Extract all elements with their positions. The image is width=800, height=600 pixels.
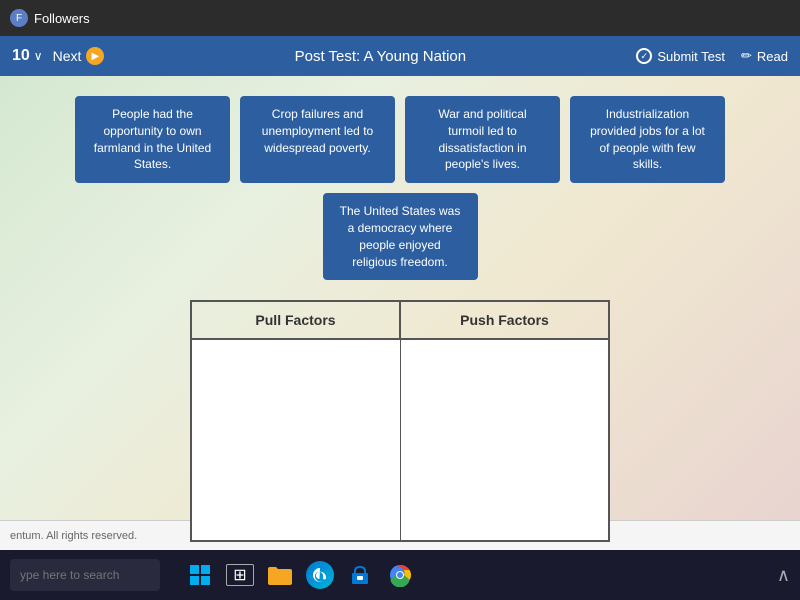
pencil-icon: ✏ <box>741 48 752 64</box>
submit-label: Submit Test <box>657 49 725 64</box>
taskbar-icon-box[interactable]: ⊞ <box>226 561 254 589</box>
drop-table-container: Pull Factors Push Factors <box>30 300 770 542</box>
taskbar-icon-edge[interactable] <box>306 561 334 589</box>
taskbar-icon-windows[interactable] <box>186 561 214 589</box>
taskbar-search-input[interactable] <box>10 559 160 591</box>
card-5[interactable]: The United States was a democracy where … <box>323 193 478 280</box>
question-number: 10 <box>12 47 30 65</box>
taskbar: ⊞ <box>0 550 800 600</box>
card-3-text: War and political turmoil led to dissati… <box>438 107 526 171</box>
cards-area: People had the opportunity to own farmla… <box>30 96 770 280</box>
chevron-down-icon: ∨ <box>34 49 43 63</box>
taskbar-chevron-up-icon: ∧ <box>777 565 790 585</box>
followers-icon: F <box>10 9 28 27</box>
card-5-text: The United States was a democracy where … <box>340 204 461 268</box>
submit-test-button[interactable]: ✓ Submit Test <box>636 48 725 64</box>
right-actions: ✓ Submit Test ✏ Read <box>636 48 788 64</box>
card-2-text: Crop failures and unemployment led to wi… <box>262 107 373 155</box>
pull-factors-header: Pull Factors <box>192 302 400 340</box>
next-circle-icon: ▶ <box>86 47 104 65</box>
next-label: Next <box>53 48 82 64</box>
table-header: Pull Factors Push Factors <box>192 302 608 340</box>
card-2[interactable]: Crop failures and unemployment led to wi… <box>240 96 395 183</box>
read-label: Read <box>757 49 788 64</box>
box-icon: ⊞ <box>226 564 254 586</box>
main-content: People had the opportunity to own farmla… <box>0 76 800 520</box>
next-button[interactable]: Next ▶ <box>53 47 105 65</box>
taskbar-icon-chrome[interactable] <box>386 561 414 589</box>
title-bar-label: Followers <box>34 11 90 26</box>
push-factors-drop-zone[interactable] <box>401 340 609 540</box>
table-body <box>192 340 608 540</box>
taskbar-right-area: ∧ <box>777 565 790 586</box>
taskbar-icon-store[interactable] <box>346 561 374 589</box>
push-factors-header: Push Factors <box>400 302 608 340</box>
taskbar-icon-folder[interactable] <box>266 561 294 589</box>
check-icon: ✓ <box>636 48 652 64</box>
page-title: Post Test: A Young Nation <box>124 48 636 65</box>
read-button[interactable]: ✏ Read <box>741 48 788 64</box>
drop-table: Pull Factors Push Factors <box>190 300 610 542</box>
card-4-text: Industrialization provided jobs for a lo… <box>590 107 705 171</box>
card-1[interactable]: People had the opportunity to own farmla… <box>75 96 230 183</box>
title-bar: F Followers <box>0 0 800 36</box>
card-1-text: People had the opportunity to own farmla… <box>94 107 211 171</box>
card-4[interactable]: Industrialization provided jobs for a lo… <box>570 96 725 183</box>
taskbar-icons: ⊞ <box>186 561 414 589</box>
nav-bar: 10 ∨ Next ▶ Post Test: A Young Nation ✓ … <box>0 36 800 76</box>
pull-factors-drop-zone[interactable] <box>192 340 401 540</box>
card-3[interactable]: War and political turmoil led to dissati… <box>405 96 560 183</box>
